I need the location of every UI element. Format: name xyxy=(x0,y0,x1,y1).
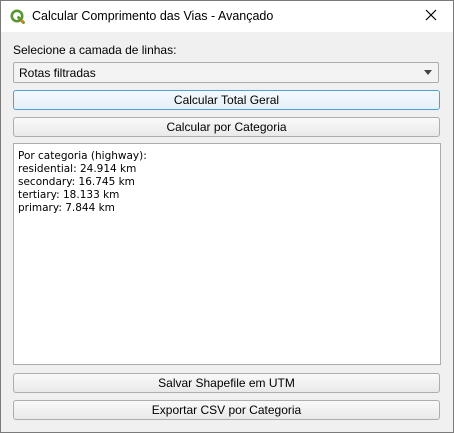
results-line: secondary: 16.745 km xyxy=(18,176,135,188)
results-line: tertiary: 18.133 km xyxy=(18,189,120,201)
layer-select-label: Selecione a camada de linhas: xyxy=(13,43,177,57)
qgis-logo-icon xyxy=(10,9,25,24)
dialog-window: Calcular Comprimento das Vias - Avançado… xyxy=(0,0,454,433)
results-line: primary: 7.844 km xyxy=(18,202,115,214)
window-title: Calcular Comprimento das Vias - Avançado xyxy=(32,9,274,23)
chevron-down-icon xyxy=(424,70,432,75)
export-csv-button[interactable]: Exportar CSV por Categoria xyxy=(13,400,440,420)
results-line: residential: 24.914 km xyxy=(18,163,137,175)
title-bar[interactable]: Calcular Comprimento das Vias - Avançado xyxy=(1,1,453,32)
close-button[interactable] xyxy=(408,1,453,32)
calculate-total-button[interactable]: Calcular Total Geral xyxy=(13,90,440,110)
results-text-area[interactable]: Por categoria (highway): residential: 24… xyxy=(13,143,441,365)
layer-select-value: Rotas filtradas xyxy=(19,66,96,80)
layer-select-combobox[interactable]: Rotas filtradas xyxy=(13,62,439,83)
calculate-by-category-button[interactable]: Calcular por Categoria xyxy=(13,117,440,137)
close-icon xyxy=(425,9,437,24)
save-shapefile-utm-button[interactable]: Salvar Shapefile em UTM xyxy=(13,373,440,393)
results-line: Por categoria (highway): xyxy=(18,150,147,162)
